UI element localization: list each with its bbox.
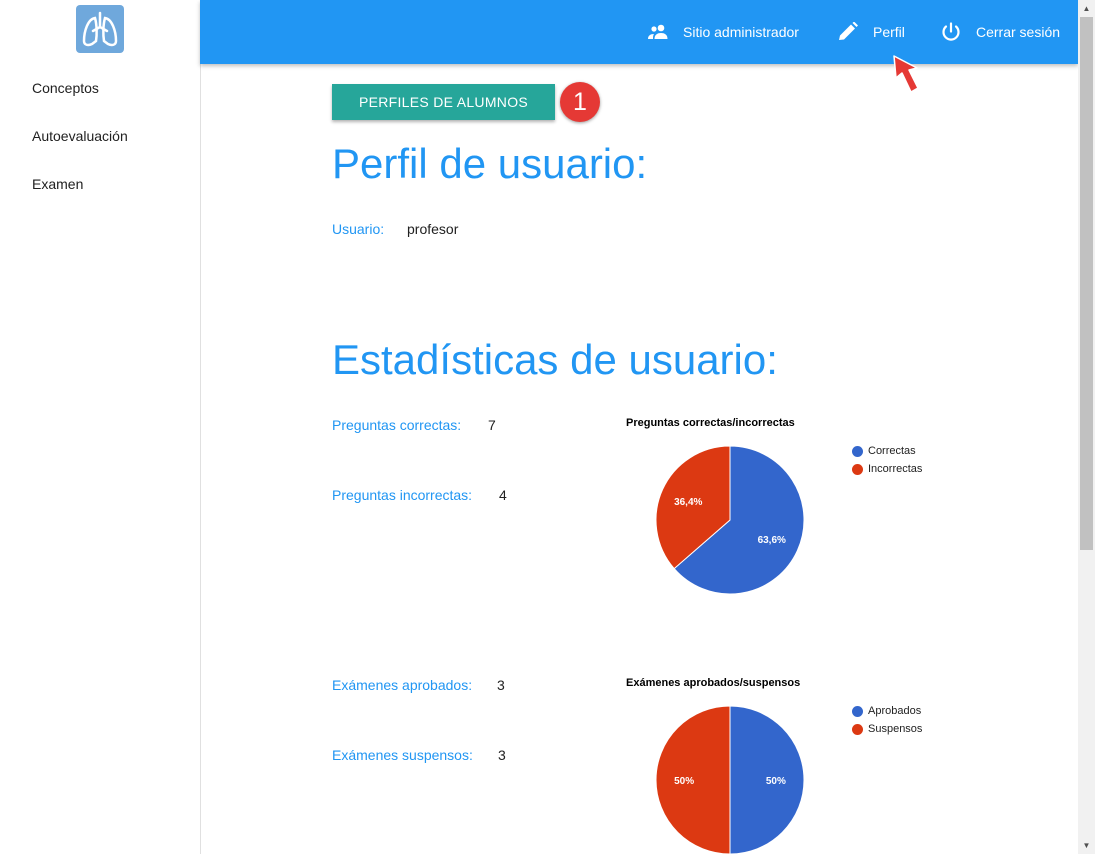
power-icon: [942, 22, 960, 41]
legend-item-aprobados: Aprobados: [852, 705, 921, 717]
pie-chart-exams: 50% 50%: [655, 705, 805, 854]
legend-label-aprobados: Aprobados: [868, 705, 922, 717]
page-title: Perfil de usuario:: [332, 140, 648, 187]
user-label: Usuario:: [332, 221, 385, 237]
scroll-up-icon[interactable]: ▲: [1078, 0, 1095, 17]
stats-title: Estadísticas de usuario:: [332, 336, 778, 383]
step-badge: 1: [560, 82, 600, 122]
student-profiles-button[interactable]: PERFILES DE ALUMNOS: [332, 84, 555, 120]
passed-exams-label: Exámenes aprobados:: [332, 677, 473, 693]
profile-label: Perfil: [873, 24, 905, 40]
failed-exams-label: Exámenes suspensos:: [332, 747, 473, 763]
logout-label: Cerrar sesión: [976, 24, 1061, 40]
chart-title-questions: Preguntas correctas/incorrectas: [626, 417, 795, 429]
correct-questions-value: 7: [488, 417, 496, 433]
sidebar-item-conceptos[interactable]: Conceptos: [32, 80, 99, 96]
sidebar-item-autoevaluacion[interactable]: Autoevaluación: [32, 128, 128, 144]
sidebar-item-examen[interactable]: Examen: [32, 176, 83, 192]
legend-dot-aprobados: [852, 705, 863, 717]
legend-item-suspensos: Suspensos: [852, 723, 922, 735]
pointer-arrow-icon: [893, 55, 919, 93]
people-icon: [648, 24, 668, 39]
pie-label-aprobados: 50%: [766, 776, 786, 787]
pie-chart-questions: 63,6% 36,4%: [655, 445, 805, 595]
scroll-thumb[interactable]: [1080, 17, 1093, 550]
legend-label-suspensos: Suspensos: [868, 723, 923, 735]
incorrect-questions-value: 4: [499, 487, 507, 503]
pie-label-correctas: 63,6%: [758, 535, 786, 546]
legend-item-incorrectas: Incorrectas: [852, 463, 922, 475]
legend-label-incorrectas: Incorrectas: [868, 463, 923, 475]
top-app-bar: Sitio administrador Perfil Cerrar sesión: [200, 0, 1078, 64]
legend-dot-correctas: [852, 445, 863, 457]
legend-item-correctas: Correctas: [852, 445, 916, 457]
user-value: profesor: [407, 221, 459, 237]
failed-exams-value: 3: [498, 747, 506, 763]
admin-site-link[interactable]: Sitio administrador: [647, 0, 799, 64]
scroll-down-icon[interactable]: ▼: [1078, 837, 1095, 854]
sidebar: Conceptos Autoevaluación Examen: [0, 0, 201, 854]
pie-label-incorrectas: 36,4%: [674, 497, 702, 508]
legend-label-correctas: Correctas: [868, 445, 916, 457]
pie-label-suspensos: 50%: [674, 776, 694, 787]
pencil-icon: [839, 22, 858, 40]
incorrect-questions-label: Preguntas incorrectas:: [332, 487, 473, 503]
correct-questions-label: Preguntas correctas:: [332, 417, 462, 433]
admin-site-label: Sitio administrador: [683, 24, 799, 40]
passed-exams-value: 3: [497, 677, 505, 693]
logout-link[interactable]: Cerrar sesión: [940, 0, 1060, 64]
legend-dot-incorrectas: [852, 463, 863, 475]
lungs-logo-icon[interactable]: [76, 5, 124, 53]
legend-dot-suspensos: [852, 723, 863, 735]
chart-title-exams: Exámenes aprobados/suspensos: [626, 677, 801, 689]
vertical-scrollbar[interactable]: ▲ ▼: [1078, 0, 1095, 854]
